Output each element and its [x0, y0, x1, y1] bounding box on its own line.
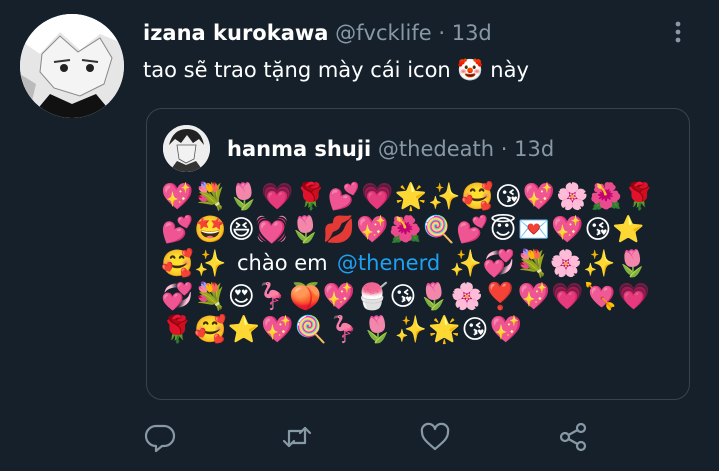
greeting-text: chào em	[237, 251, 328, 275]
mention-link[interactable]: @thenerd	[337, 251, 440, 275]
like-button[interactable]	[418, 420, 452, 454]
tweet-timestamp[interactable]: 13d	[452, 21, 492, 45]
quoted-author-handle[interactable]: @thedeath	[378, 137, 494, 161]
tweet-text-before: tao sẽ trao tặng mày cái icon	[143, 58, 451, 82]
quoted-author-avatar-image	[163, 125, 210, 172]
author-avatar-image	[20, 14, 124, 118]
retweet-button[interactable]	[280, 420, 314, 454]
retweet-icon	[282, 426, 312, 448]
time-separator: ·	[438, 21, 446, 45]
quoted-tweet-header: hanma shuji @thedeath · 13d	[227, 133, 554, 165]
author-name[interactable]: izana kurokawa	[143, 21, 328, 45]
quoted-tweet-timestamp: 13d	[514, 137, 555, 161]
quoted-tweet-card[interactable]: hanma shuji @thedeath · 13d 💖💐🌷💗🌹💕💗🌟✨🥰😘💖…	[146, 108, 690, 400]
tweet-text-after: này	[490, 58, 529, 82]
quoted-author-avatar[interactable]	[163, 125, 210, 172]
author-handle[interactable]: @fvcklife	[335, 21, 432, 45]
clown-emoji: 🤡	[457, 58, 484, 82]
reply-icon	[144, 424, 176, 453]
share-button[interactable]	[556, 420, 590, 454]
tweet-header: izana kurokawa @fvcklife · 13d	[143, 17, 492, 49]
more-vertical-icon	[675, 21, 681, 43]
tweet-actions-bar	[0, 420, 719, 454]
author-avatar[interactable]	[20, 14, 124, 118]
heart-icon	[420, 422, 450, 451]
more-options-button[interactable]	[666, 18, 690, 46]
reply-button[interactable]	[143, 420, 177, 454]
quoted-time-separator: ·	[500, 137, 508, 161]
share-icon	[559, 422, 587, 452]
tweet-text: tao sẽ trao tặng mày cái icon 🤡 này	[143, 54, 529, 86]
quoted-tweet-text: 💖💐🌷💗🌹💕💗🌟✨🥰😘💖🌸🌺🌹💕🤩😆💓🌷💋💖🌺🍭💕😇💌💖😘⭐🥰✨ chào em…	[161, 181, 661, 347]
quoted-author-name[interactable]: hanma shuji	[227, 137, 371, 161]
